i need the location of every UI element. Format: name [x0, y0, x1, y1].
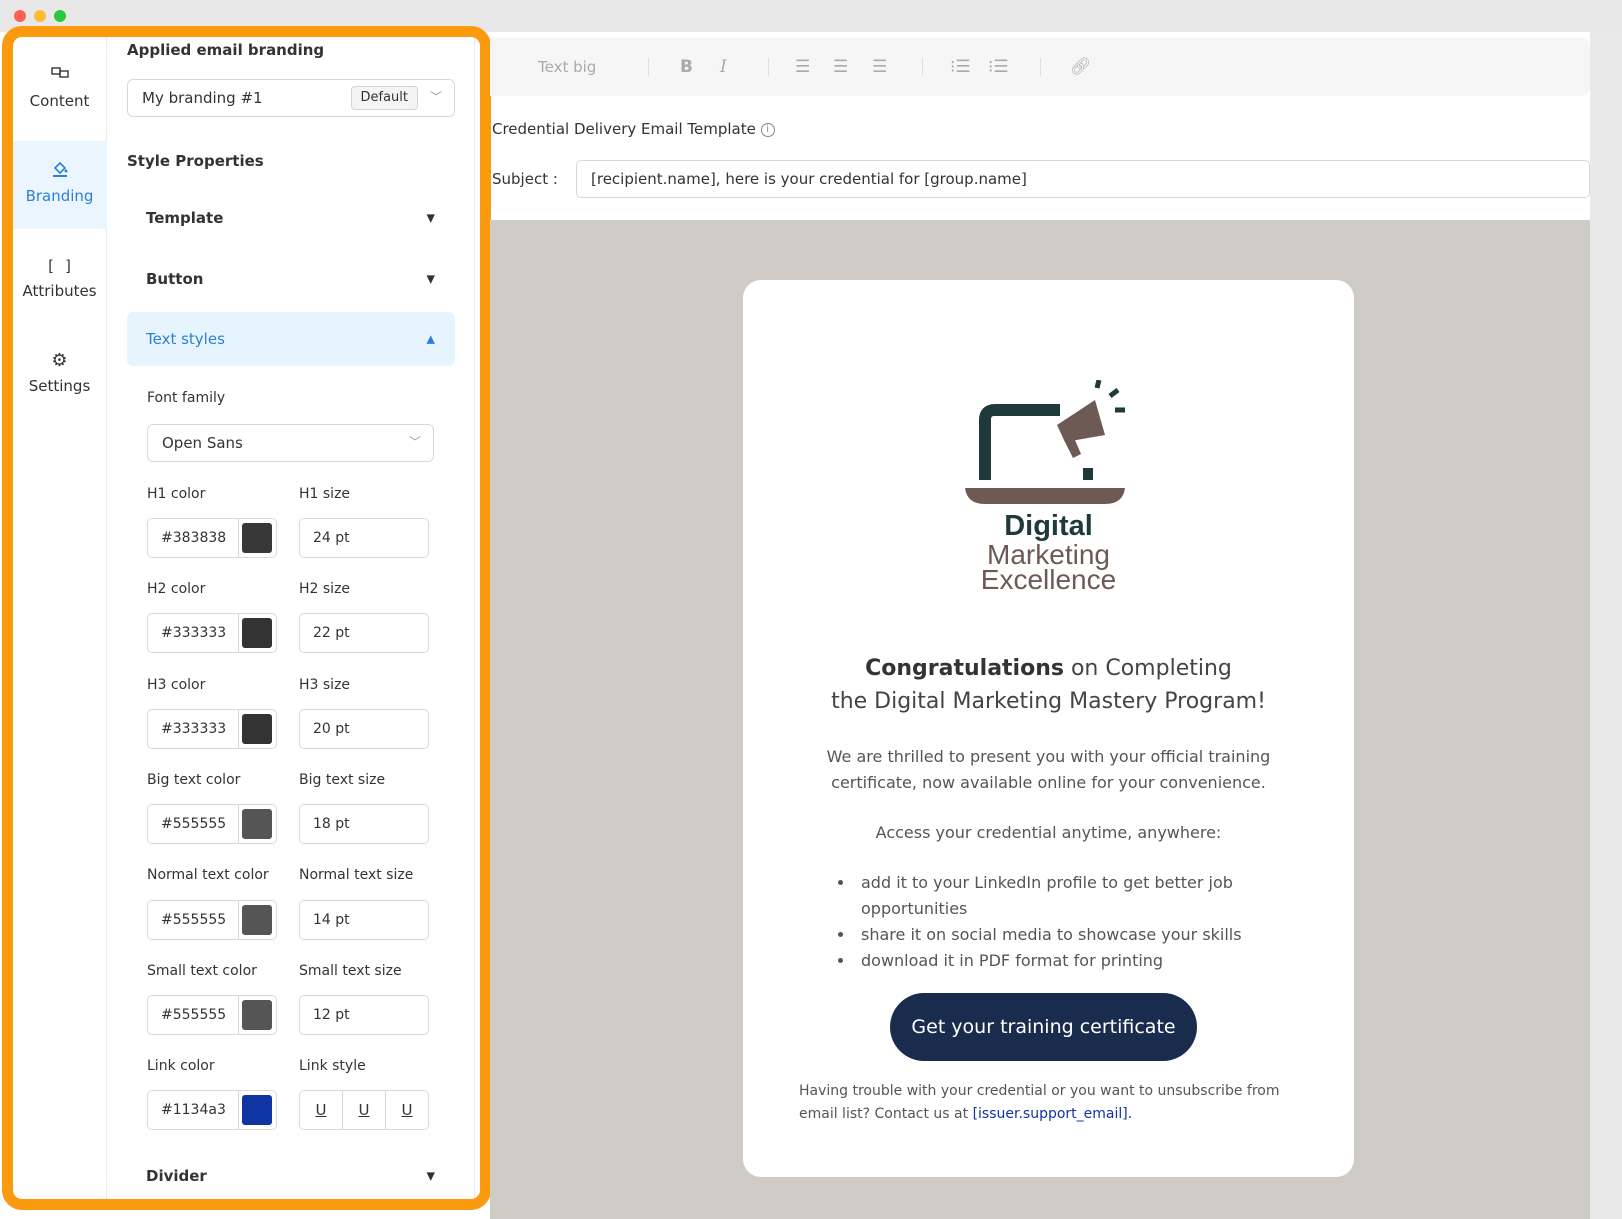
big-text-color-input[interactable]: #555555 — [147, 804, 277, 844]
megaphone-logo-icon — [965, 380, 1125, 504]
link-color-swatch[interactable] — [242, 1095, 272, 1125]
subject-label: Subject : — [492, 170, 558, 188]
align-right-icon[interactable]: ☰ — [872, 57, 887, 77]
bullet-list-icon[interactable]: ⁝☰ — [950, 57, 971, 77]
normal-text-color-label: Normal text color — [147, 867, 269, 883]
close-window-button[interactable] — [14, 10, 26, 22]
small-text-color-input[interactable]: #555555 — [147, 995, 277, 1035]
chevron-down-icon: ▼ — [426, 272, 435, 286]
h3-color-swatch[interactable] — [242, 714, 272, 744]
h1-color-input[interactable]: #383838 — [147, 518, 277, 558]
h2-size-label: H2 size — [299, 581, 351, 597]
link-style-label: Link style — [299, 1058, 366, 1074]
default-badge: Default — [350, 86, 418, 110]
get-certificate-button[interactable]: Get your training certificate — [890, 993, 1197, 1061]
editor-toolbar: Text big B I ☰ ☰ ☰ ⁝☰ ⁝☰ 🔗︎ — [490, 38, 1590, 96]
congrats-heading: Congratulations on Completing the Digita… — [831, 656, 1266, 714]
email-footer: Having trouble with your credential or y… — [799, 1083, 1280, 1122]
intro-paragraph: We are thrilled to present you with your… — [826, 747, 1271, 792]
big-text-color-label: Big text color — [147, 772, 241, 788]
template-section-toggle[interactable]: Template ▼ — [127, 191, 455, 245]
normal-text-size-label: Normal text size — [299, 867, 414, 883]
app-window: Content Branding [ ] Attributes ⚙ Settin… — [0, 0, 1622, 1219]
chevron-up-icon: ▲ — [426, 332, 435, 346]
h3-color-label: H3 color — [147, 677, 206, 693]
normal-text-color-input[interactable]: #555555 — [147, 900, 277, 940]
button-section-toggle[interactable]: Button ▼ — [127, 252, 455, 306]
branding-panel: Applied email branding My branding #1 De… — [107, 36, 475, 1201]
big-text-color-swatch[interactable] — [242, 809, 272, 839]
small-text-size-input[interactable]: 12 pt — [299, 995, 429, 1035]
nav-item-branding[interactable]: Branding — [12, 141, 107, 229]
normal-text-size-input[interactable]: 14 pt — [299, 900, 429, 940]
chevron-down-icon: ▼ — [426, 211, 435, 225]
list-item: add it to your LinkedIn profile to get b… — [855, 870, 1255, 922]
h2-color-label: H2 color — [147, 581, 206, 597]
text-style-dropdown[interactable]: Text big — [538, 58, 596, 76]
italic-icon[interactable]: I — [720, 57, 727, 77]
small-text-size-label: Small text size — [299, 963, 402, 979]
link-style-option-1[interactable]: U — [300, 1091, 343, 1129]
h1-size-label: H1 size — [299, 486, 351, 502]
branding-select[interactable]: My branding #1 Default ﹀ — [127, 79, 455, 117]
divider-section-toggle[interactable]: Divider ▼ — [127, 1149, 455, 1201]
link-icon[interactable]: 🔗︎ — [1070, 57, 1092, 77]
window-edge — [1590, 32, 1622, 1219]
align-left-icon[interactable]: ☰ — [795, 57, 810, 77]
applied-branding-title: Applied email branding — [127, 41, 325, 59]
minimize-window-button[interactable] — [34, 10, 46, 22]
numbered-list-icon[interactable]: ⁝☰ — [988, 57, 1009, 77]
email-card: Digital Marketing Excellence Congratulat… — [743, 280, 1354, 1177]
nav-item-content[interactable]: Content — [12, 46, 107, 134]
link-style-option-2[interactable]: U — [343, 1091, 386, 1129]
list-item: download it in PDF format for printing — [855, 948, 1255, 974]
maximize-window-button[interactable] — [54, 10, 66, 22]
link-style-option-3[interactable]: U — [386, 1091, 428, 1129]
big-text-size-label: Big text size — [299, 772, 386, 788]
normal-text-color-swatch[interactable] — [242, 905, 272, 935]
h3-size-input[interactable]: 20 pt — [299, 709, 429, 749]
style-properties-title: Style Properties — [127, 152, 264, 170]
gear-icon: ⚙ — [51, 350, 68, 371]
list-item: share it on social media to showcase you… — [855, 922, 1255, 948]
chevron-down-icon: ﹀ — [429, 89, 442, 104]
h2-color-input[interactable]: #333333 — [147, 613, 277, 653]
template-title: Credential Delivery Email Template i — [492, 120, 775, 138]
h1-color-label: H1 color — [147, 486, 206, 502]
font-family-label: Font family — [147, 390, 226, 406]
small-text-color-swatch[interactable] — [242, 1000, 272, 1030]
h1-color-swatch[interactable] — [242, 523, 272, 553]
chevron-down-icon: ▼ — [426, 1169, 435, 1183]
access-paragraph: Access your credential anytime, anywhere… — [875, 823, 1222, 842]
h3-color-input[interactable]: #333333 — [147, 709, 277, 749]
link-style-group: U U U — [299, 1090, 429, 1130]
left-navigation: Content Branding [ ] Attributes ⚙ Settin… — [12, 36, 107, 1201]
h2-color-swatch[interactable] — [242, 618, 272, 648]
h2-size-input[interactable]: 22 pt — [299, 613, 429, 653]
text-styles-section-toggle[interactable]: Text styles ▲ — [127, 312, 455, 366]
logo-text-excellence: Excellence — [980, 564, 1117, 595]
align-center-icon[interactable]: ☰ — [833, 57, 848, 77]
link-color-input[interactable]: #1134a3 — [147, 1090, 277, 1130]
big-text-size-input[interactable]: 18 pt — [299, 804, 429, 844]
benefits-list: add it to your LinkedIn profile to get b… — [835, 870, 1255, 974]
h3-size-label: H3 size — [299, 677, 351, 693]
content-icon — [12, 64, 107, 88]
nav-item-settings[interactable]: ⚙ Settings — [12, 331, 107, 419]
h1-size-input[interactable]: 24 pt — [299, 518, 429, 558]
brackets-icon: [ ] — [45, 257, 74, 275]
link-color-label: Link color — [147, 1058, 215, 1074]
font-family-select[interactable]: Open Sans ﹀ — [147, 424, 434, 462]
chevron-down-icon: ﹀ — [408, 434, 421, 449]
bold-icon[interactable]: B — [680, 57, 693, 77]
paint-bucket-icon — [12, 159, 107, 183]
support-email-link[interactable]: [issuer.support_email]. — [973, 1106, 1133, 1122]
subject-input[interactable]: [recipient.name], here is your credentia… — [576, 160, 1590, 198]
info-icon[interactable]: i — [760, 122, 775, 137]
title-bar — [0, 0, 1622, 32]
small-text-color-label: Small text color — [147, 963, 257, 979]
nav-item-attributes[interactable]: [ ] Attributes — [12, 236, 107, 324]
